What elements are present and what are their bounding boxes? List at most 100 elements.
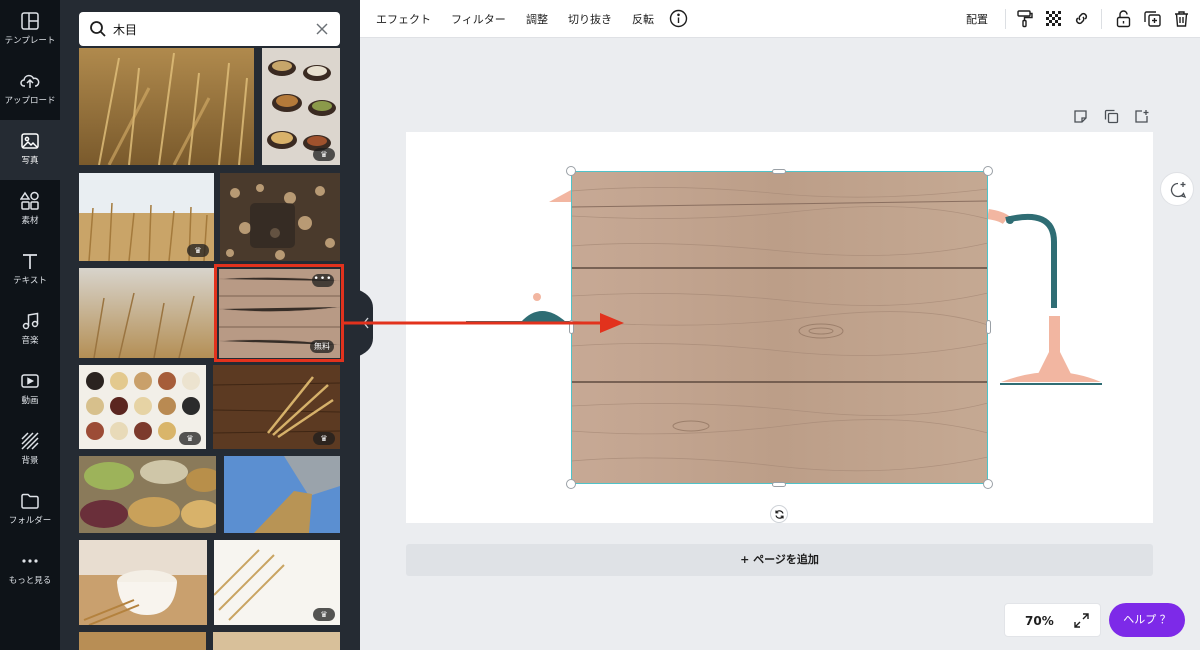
rail-label: 素材	[21, 216, 39, 226]
grain-pour-image	[224, 456, 340, 533]
rail-item-folder[interactable]: フォルダー	[0, 480, 60, 540]
grain-baskets-image	[79, 456, 216, 533]
rail-label: 動画	[21, 396, 39, 406]
flip-button[interactable]: 反転	[632, 11, 654, 27]
rail-item-more[interactable]: もっと見る	[0, 540, 60, 600]
image-icon	[21, 133, 39, 149]
rail-item-upload[interactable]: アップロード	[0, 60, 60, 120]
photo-thumbnail[interactable]: ♛	[262, 48, 340, 165]
photo-thumbnail[interactable]	[224, 456, 340, 533]
photo-thumbnail[interactable]	[79, 540, 207, 625]
rail-label: フォルダー	[8, 516, 52, 526]
comment-add-icon	[1170, 182, 1187, 199]
wheat-field-image	[79, 48, 254, 165]
cereal-cup-image	[79, 540, 207, 625]
editor-toolbar: エフェクト フィルター 調整 切り抜き 反転 配置	[360, 0, 1200, 38]
close-icon[interactable]	[314, 21, 330, 37]
photo-thumbnail[interactable]	[213, 632, 340, 650]
search-input[interactable]	[113, 19, 303, 39]
layout-icon	[21, 12, 39, 30]
premium-badge: ♛	[187, 244, 209, 257]
search-box	[79, 12, 340, 46]
rail-item-photos[interactable]: 写真	[0, 120, 60, 180]
crop-button[interactable]: 切り抜き	[568, 11, 612, 27]
trash-icon[interactable]	[1172, 9, 1191, 28]
transparency-icon[interactable]	[1044, 9, 1063, 28]
video-icon	[21, 374, 39, 388]
photo-thumbnail[interactable]	[79, 268, 214, 358]
photo-thumbnail[interactable]	[220, 173, 340, 261]
premium-badge: ♛	[179, 432, 201, 445]
rail-item-text[interactable]: テキスト	[0, 240, 60, 300]
rail-label: 背景	[21, 456, 39, 466]
filter-button[interactable]: フィルター	[451, 11, 506, 27]
effect-button[interactable]: エフェクト	[376, 11, 431, 27]
rail-label: テンプレート	[4, 36, 56, 46]
rail-label: 音楽	[21, 336, 39, 346]
free-badge: 無料	[310, 340, 334, 353]
rail-item-music[interactable]: 音楽	[0, 300, 60, 360]
premium-badge: ♛	[313, 432, 335, 445]
photo-thumbnail[interactable]	[79, 48, 254, 165]
premium-badge: ♛	[313, 148, 335, 161]
grain-jar-image	[220, 173, 340, 261]
adjust-button[interactable]: 調整	[526, 11, 548, 27]
rail-label: もっと見る	[8, 576, 52, 586]
folder-icon	[21, 493, 39, 509]
paint-roller-icon[interactable]	[1015, 9, 1034, 28]
grain-image	[79, 632, 206, 650]
background-icon	[21, 432, 39, 450]
resize-handle-top[interactable]	[772, 169, 786, 174]
photo-thumbnail[interactable]	[79, 632, 206, 650]
rail-item-video[interactable]: 動画	[0, 360, 60, 420]
zoom-level[interactable]: 70%	[1025, 614, 1054, 628]
resize-handle-left[interactable]	[569, 320, 574, 334]
unlock-icon[interactable]	[1114, 9, 1133, 28]
photo-thumbnail[interactable]: ♛	[79, 365, 206, 449]
left-rail: テンプレート アップロード 写真 素材 テキスト 音楽 動画 背景 フォルダー …	[0, 0, 60, 650]
rail-label: 写真	[21, 156, 39, 166]
note-icon[interactable]	[1073, 109, 1088, 124]
rotate-handle[interactable]	[770, 505, 788, 523]
resize-handle-bottom[interactable]	[772, 482, 786, 487]
photo-thumbnail[interactable]	[79, 456, 216, 533]
more-dots-icon	[22, 559, 38, 563]
add-page-icon[interactable]	[1134, 109, 1149, 124]
zoom-control: 70%	[1004, 603, 1101, 637]
panel-collapse-handle[interactable]	[359, 290, 373, 356]
music-icon	[22, 312, 39, 330]
field-image	[213, 632, 340, 650]
rail-item-background[interactable]: 背景	[0, 420, 60, 480]
toolbar-divider	[1101, 9, 1102, 29]
search-icon	[90, 21, 106, 37]
shapes-icon	[20, 191, 39, 210]
text-icon	[23, 254, 37, 269]
resize-handle-right[interactable]	[986, 320, 991, 334]
resize-handle-bottom-left[interactable]	[566, 479, 576, 489]
rail-label: テキスト	[13, 276, 47, 286]
resize-handle-top-right[interactable]	[983, 166, 993, 176]
more-options-icon[interactable]: •••	[312, 274, 334, 287]
link-icon[interactable]	[1072, 9, 1091, 28]
info-icon[interactable]	[669, 9, 688, 28]
premium-badge: ♛	[313, 608, 335, 621]
arrange-button[interactable]: 配置	[966, 11, 988, 27]
rail-item-templates[interactable]: テンプレート	[0, 0, 60, 60]
add-page-button[interactable]: + ページを追加	[406, 544, 1153, 576]
duplicate-icon[interactable]	[1143, 9, 1162, 28]
fullscreen-icon[interactable]	[1073, 612, 1090, 629]
comment-button[interactable]	[1160, 172, 1194, 206]
rotate-icon	[775, 510, 784, 519]
rail-item-elements[interactable]: 素材	[0, 180, 60, 240]
cloud-upload-icon	[20, 74, 40, 88]
resize-handle-bottom-right[interactable]	[983, 479, 993, 489]
photo-thumbnail[interactable]: ♛	[214, 540, 340, 625]
help-button[interactable]: ヘルプ ？	[1109, 603, 1185, 637]
copy-page-icon[interactable]	[1104, 109, 1119, 124]
photo-thumbnail[interactable]: ♛	[79, 173, 214, 261]
photo-thumbnail-selected[interactable]: ••• 無料	[219, 269, 340, 358]
toolbar-divider	[1005, 9, 1006, 29]
wood-texture-image[interactable]	[571, 171, 988, 484]
resize-handle-top-left[interactable]	[566, 166, 576, 176]
photo-thumbnail[interactable]: ♛	[213, 365, 340, 449]
